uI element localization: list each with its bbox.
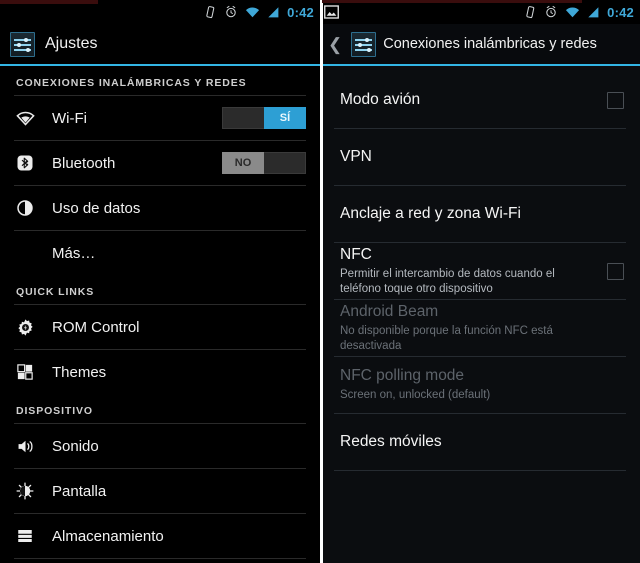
sidebar-item-data-usage[interactable]: Uso de datos <box>0 186 320 230</box>
list-item-title: Anclaje a red y zona Wi-Fi <box>340 205 521 222</box>
back-chevron-icon[interactable]: ❮ <box>326 36 344 53</box>
list-item-airplane-mode[interactable]: Modo avión <box>320 72 640 128</box>
list-item-title: Android Beam <box>340 302 439 320</box>
sidebar-item-wifi[interactable]: Wi-Fi SÍ <box>0 96 320 140</box>
sidebar-item-label: Sonido <box>52 437 99 455</box>
storage-icon <box>16 527 40 545</box>
alarm-icon <box>226 5 236 18</box>
dual-screenshot: 0:42 Ajustes CONEXIONES INALÁMBRICAS Y R… <box>0 0 640 563</box>
section-header-wireless: CONEXIONES INALÁMBRICAS Y REDES <box>16 77 247 89</box>
sidebar-item-rom-control[interactable]: ROM Control <box>0 305 320 349</box>
action-bar-right: ❮ Conexiones inalámbricas y redes <box>320 24 640 64</box>
list-item-title: VPN <box>340 148 372 165</box>
section-header-device: DISPOSITIVO <box>16 405 93 417</box>
airplane-mode-checkbox[interactable] <box>607 91 624 109</box>
sidebar-item-label: Almacenamiento <box>52 527 164 545</box>
page-title: Conexiones inalámbricas y redes <box>383 36 597 52</box>
settings-sliders-icon <box>10 31 35 57</box>
display-icon <box>16 482 40 500</box>
list-item-summary: No disponible porque la función NFC está… <box>340 324 553 352</box>
nfc-checkbox[interactable] <box>607 262 624 280</box>
settings-list: CONEXIONES INALÁMBRICAS Y REDES Wi-Fi SÍ <box>0 66 320 563</box>
wifi-toggle[interactable]: SÍ <box>222 107 306 129</box>
top-edge-artifact-right <box>322 0 582 3</box>
sidebar-item-label: ROM Control <box>52 318 140 336</box>
divider <box>334 470 626 471</box>
wireless-networks-screen: 0:42 ❮ Conexiones inalámbricas y redes M… <box>320 0 640 563</box>
wifi-toggle-label: SÍ <box>264 107 306 129</box>
sidebar-item-battery[interactable]: Batería <box>0 559 320 563</box>
sidebar-item-themes[interactable]: Themes <box>0 350 320 394</box>
sound-icon <box>16 438 40 455</box>
alarm-icon <box>546 5 556 18</box>
list-item-title: NFC polling mode <box>340 367 465 385</box>
list-item-nfc[interactable]: NFC Permitir el intercambio de datos cua… <box>320 243 640 299</box>
page-title: Ajustes <box>45 35 98 52</box>
sidebar-item-label: Themes <box>52 363 107 381</box>
sidebar-item-label: Pantalla <box>52 482 107 500</box>
data-usage-icon <box>16 199 40 217</box>
themes-icon <box>16 363 40 381</box>
list-item-title: Redes móviles <box>340 433 442 450</box>
status-icons-right: 0:42 <box>523 5 634 20</box>
list-item-tethering[interactable]: Anclaje a red y zona Wi-Fi <box>320 186 640 242</box>
list-item-mobile-networks[interactable]: Redes móviles <box>320 414 640 470</box>
status-icons-left: 0:42 <box>203 5 314 20</box>
list-item-title: Modo avión <box>340 91 421 108</box>
gear-icon <box>16 318 40 337</box>
sidebar-item-storage[interactable]: Almacenamiento <box>0 514 320 558</box>
status-bar-right: 0:42 <box>320 0 640 24</box>
image-icon <box>324 5 339 19</box>
wifi-icon <box>16 111 40 126</box>
list-item-summary: Permitir el intercambio de datos cuando … <box>340 267 555 295</box>
sidebar-item-sound[interactable]: Sonido <box>0 424 320 468</box>
sidebar-item-more[interactable]: Más… <box>0 231 320 275</box>
sidebar-item-bluetooth[interactable]: Bluetooth NO <box>0 141 320 185</box>
bluetooth-toggle-label: NO <box>222 152 264 174</box>
signal-icon <box>588 6 599 17</box>
vibrate-icon <box>526 6 535 19</box>
wireless-settings-list: Modo avión VPN Anclaje a red y zona Wi-F… <box>320 66 640 471</box>
list-item-android-beam: Android Beam No disponible porque la fun… <box>320 300 640 356</box>
signal-icon <box>268 6 279 17</box>
list-item-summary: Screen on, unlocked (default) <box>340 389 491 402</box>
top-edge-artifact <box>0 0 98 4</box>
bluetooth-toggle[interactable]: NO <box>222 152 306 174</box>
sidebar-item-label: Más… <box>52 244 96 262</box>
sidebar-item-label: Uso de datos <box>52 199 141 217</box>
sidebar-item-display[interactable]: Pantalla <box>0 469 320 513</box>
settings-main-screen: 0:42 Ajustes CONEXIONES INALÁMBRICAS Y R… <box>0 0 320 563</box>
section-header-quick-links: QUICK LINKS <box>16 286 95 298</box>
status-clock: 0:42 <box>607 4 634 20</box>
settings-sliders-icon <box>351 31 377 57</box>
sidebar-item-label: Wi-Fi <box>52 109 87 127</box>
wifi-icon <box>246 7 260 17</box>
panel-divider <box>320 0 323 563</box>
list-item-vpn[interactable]: VPN <box>320 129 640 185</box>
vibrate-icon <box>206 6 215 19</box>
list-item-nfc-polling-mode: NFC polling mode Screen on, unlocked (de… <box>320 357 640 413</box>
action-bar-left: Ajustes <box>0 24 320 64</box>
wifi-icon <box>566 7 580 17</box>
list-item-title: NFC <box>340 245 372 263</box>
bluetooth-icon <box>16 154 40 172</box>
sidebar-item-label: Bluetooth <box>52 154 116 172</box>
status-clock: 0:42 <box>287 4 314 20</box>
